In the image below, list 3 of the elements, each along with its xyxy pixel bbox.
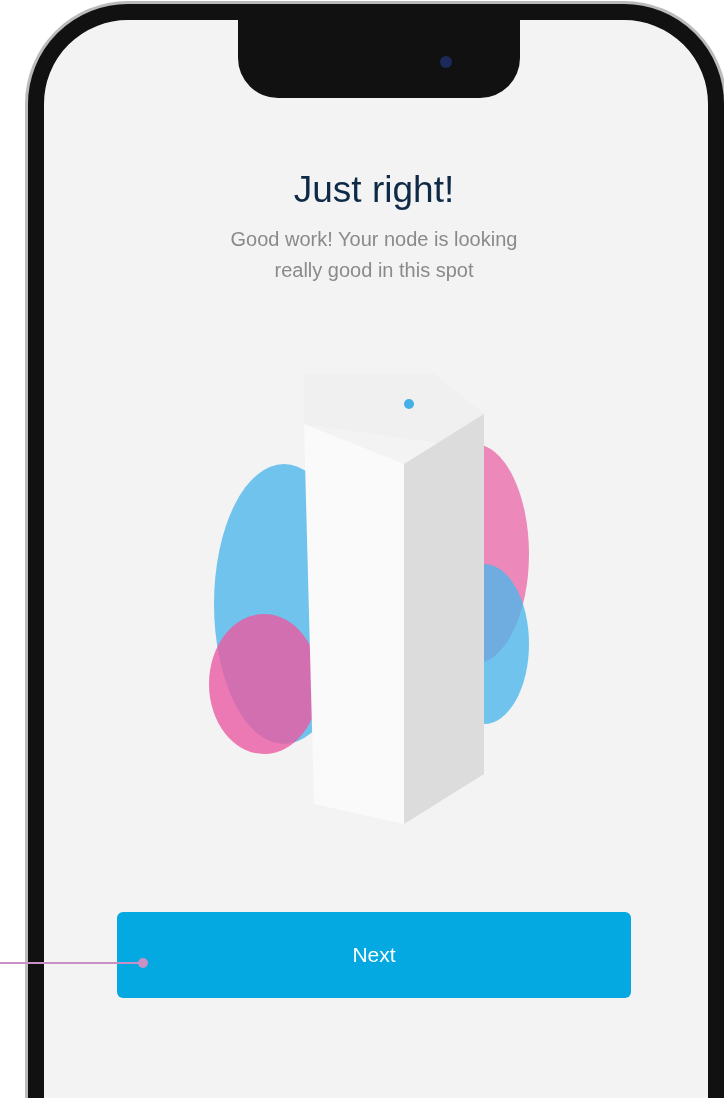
next-button[interactable]: Next — [117, 911, 631, 998]
screen-title: Just right! — [293, 168, 455, 212]
screen-message: Good work! Your node is looking really good in this spot — [229, 226, 519, 283]
